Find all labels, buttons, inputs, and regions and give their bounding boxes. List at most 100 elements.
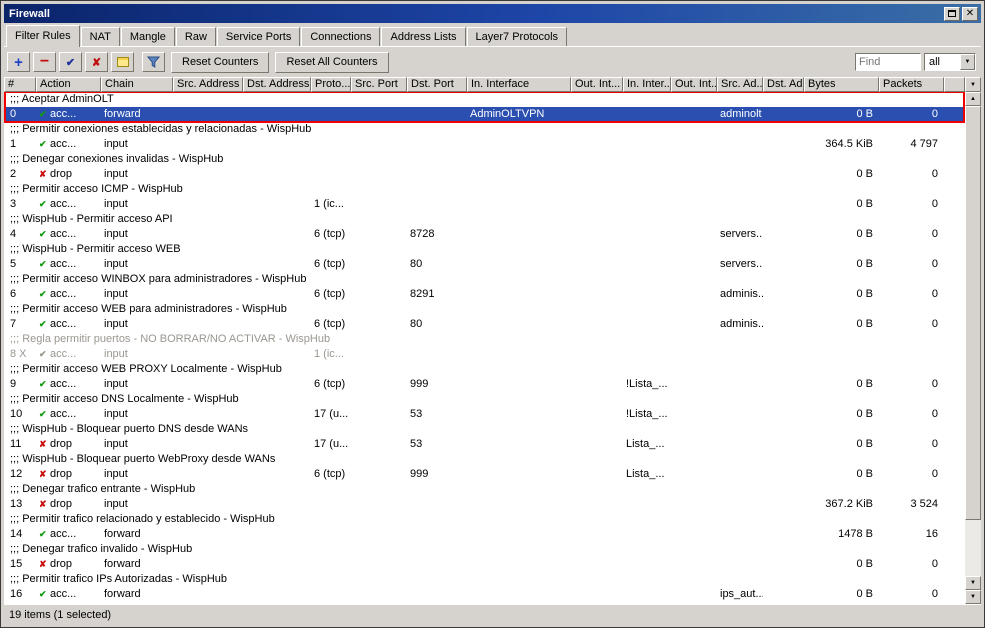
filter-dropdown[interactable]: all ▼ <box>924 53 976 71</box>
rule-row[interactable]: 16✔acc...forwardips_aut...0 B0 <box>4 587 965 602</box>
comment-text: ;;; WispHub - Permitir acceso API <box>4 212 965 227</box>
comment-row[interactable]: ;;; Permitir conexiones establecidas y r… <box>4 122 965 137</box>
column-header[interactable]: Src. Port <box>351 77 407 92</box>
cell-out_interface <box>571 467 623 482</box>
tab-connections[interactable]: Connections <box>301 27 380 46</box>
comment-row[interactable]: ;;; Permitir trafico relacionado y estab… <box>4 512 965 527</box>
comment-row[interactable]: ;;; Aceptar AdminOLT <box>4 92 965 107</box>
tab-raw[interactable]: Raw <box>176 27 216 46</box>
comment-row[interactable]: ;;; Denegar trafico invalido - WispHub <box>4 542 965 557</box>
filter-button[interactable] <box>142 52 165 72</box>
rule-row[interactable]: 9✔acc...input6 (tcp)999!Lista_...0 B0 <box>4 377 965 392</box>
comment-row[interactable]: ;;; Permitir acceso WINBOX para administ… <box>4 272 965 287</box>
column-header[interactable]: Bytes <box>804 77 879 92</box>
tab-mangle[interactable]: Mangle <box>121 27 175 46</box>
rule-row[interactable]: 14✔acc...forward1478 B16 <box>4 527 965 542</box>
cell-dst_port <box>407 137 467 152</box>
comment-text: ;;; Denegar trafico invalido - WispHub <box>4 542 965 557</box>
comment-row[interactable]: ;;; Permitir trafico IPs Autorizadas - W… <box>4 572 965 587</box>
rule-row[interactable]: 10✔acc...input17 (u...53!Lista_...0 B0 <box>4 407 965 422</box>
reset-counters-button[interactable]: Reset Counters <box>171 52 269 73</box>
column-header[interactable]: Dst. Port <box>407 77 467 92</box>
comment-button[interactable] <box>111 52 134 72</box>
column-header[interactable]: Chain <box>101 77 173 92</box>
comment-row[interactable]: ;;; Denegar conexiones invalidas - WispH… <box>4 152 965 167</box>
comment-row[interactable]: ;;; Denegar trafico entrante - WispHub <box>4 482 965 497</box>
cell-dst_list <box>763 557 804 572</box>
comment-row[interactable]: ;;; WispHub - Bloquear puerto DNS desde … <box>4 422 965 437</box>
rule-row[interactable]: 8 X✔acc...input1 (ic... <box>4 347 965 362</box>
cell-protocol: 6 (tcp) <box>311 467 351 482</box>
rule-row[interactable]: 13✘dropinput367.2 KiB3 524 <box>4 497 965 512</box>
comment-row[interactable]: ;;; Permitir acceso WEB PROXY Localmente… <box>4 362 965 377</box>
column-header[interactable]: Action <box>36 77 101 92</box>
tab-address-lists[interactable]: Address Lists <box>381 27 465 46</box>
cell-in_list <box>623 497 671 512</box>
rule-row[interactable]: 4✔acc...input6 (tcp)8728servers...0 B0 <box>4 227 965 242</box>
comment-row[interactable]: ;;; Regla permitir puertos - NO BORRAR/N… <box>4 332 965 347</box>
close-button[interactable]: ✕ <box>962 7 978 21</box>
rule-row[interactable]: 12✘dropinput6 (tcp)999Lista_...0 B0 <box>4 467 965 482</box>
rule-row[interactable]: 7✔acc...input6 (tcp)80adminis...0 B0 <box>4 317 965 332</box>
scrollbar-track[interactable] <box>965 106 981 576</box>
add-button[interactable]: + <box>7 52 30 72</box>
column-header[interactable]: Dst. Address <box>243 77 311 92</box>
tab-service-ports[interactable]: Service Ports <box>217 27 300 46</box>
column-header[interactable]: Packets <box>879 77 944 92</box>
column-header[interactable]: Out. Int... <box>671 77 717 92</box>
reset-all-counters-button[interactable]: Reset All Counters <box>275 52 388 73</box>
cell-dst_address <box>243 407 311 422</box>
comment-row[interactable]: ;;; Permitir acceso WEB para administrad… <box>4 302 965 317</box>
rule-row[interactable]: 6✔acc...input6 (tcp)8291adminis...0 B0 <box>4 287 965 302</box>
cell-src_list: servers... <box>717 257 763 272</box>
column-header[interactable]: In. Inter... <box>623 77 671 92</box>
cell-out_list <box>671 167 717 182</box>
cell-protocol: 1 (ic... <box>311 347 351 362</box>
maximize-icon <box>948 10 956 17</box>
scrollbar-thumb[interactable] <box>965 106 981 520</box>
rule-row[interactable]: 3✔acc...input1 (ic...0 B0 <box>4 197 965 212</box>
cell-in_list <box>623 107 671 122</box>
column-header[interactable]: Src. Ad... <box>717 77 763 92</box>
disable-button[interactable]: ✘ <box>85 52 108 72</box>
column-header[interactable]: # <box>4 77 36 92</box>
comment-row[interactable]: ;;; WispHub - Permitir acceso API <box>4 212 965 227</box>
maximize-button[interactable] <box>944 7 960 21</box>
rule-row[interactable]: 2✘dropinput0 B0 <box>4 167 965 182</box>
comment-row[interactable]: ;;; WispHub - Bloquear puerto WebProxy d… <box>4 452 965 467</box>
comment-row[interactable]: ;;; Permitir acceso DNS Localmente - Wis… <box>4 392 965 407</box>
cell-dst_address <box>243 167 311 182</box>
column-menu-button[interactable]: ▼ <box>965 77 981 92</box>
rule-row[interactable]: 11✘dropinput17 (u...53Lista_...0 B0 <box>4 437 965 452</box>
comment-row[interactable]: ;;; Permitir acceso ICMP - WispHub <box>4 182 965 197</box>
rule-row[interactable]: 0✔acc...forwardAdminOLTVPNadminolt0 B0 <box>4 107 965 122</box>
column-header[interactable]: Out. Int... <box>571 77 623 92</box>
tab-nat[interactable]: NAT <box>81 27 120 46</box>
column-header[interactable]: Proto... <box>311 77 351 92</box>
scroll-to-end-button[interactable]: ▼ <box>965 590 981 604</box>
column-header[interactable]: In. Interface <box>467 77 571 92</box>
cell-action: ✔acc... <box>36 347 101 362</box>
scroll-down-button[interactable]: ▼ <box>965 576 981 590</box>
cell-src_list <box>717 467 763 482</box>
cell-dst_port: 8728 <box>407 227 467 242</box>
cell-packets: 0 <box>879 197 944 212</box>
accept-check-icon: ✔ <box>39 347 50 362</box>
cell-dst_port <box>407 347 467 362</box>
cell-out_list <box>671 137 717 152</box>
rule-row[interactable]: 5✔acc...input6 (tcp)80servers...0 B0 <box>4 257 965 272</box>
column-header[interactable]: Dst. Ad... <box>763 77 804 92</box>
cell-dst_list <box>763 407 804 422</box>
rule-row[interactable]: 1✔acc...input364.5 KiB4 797 <box>4 137 965 152</box>
tab-filter-rules[interactable]: Filter Rules <box>6 25 80 47</box>
tab-layer7-protocols[interactable]: Layer7 Protocols <box>467 27 568 46</box>
remove-button[interactable]: − <box>33 52 56 72</box>
cell-protocol <box>311 557 351 572</box>
cell-src_address <box>173 497 243 512</box>
scroll-up-button[interactable]: ▲ <box>965 92 981 106</box>
column-header[interactable]: Src. Address <box>173 77 243 92</box>
comment-row[interactable]: ;;; WispHub - Permitir acceso WEB <box>4 242 965 257</box>
enable-button[interactable]: ✔ <box>59 52 82 72</box>
find-input[interactable] <box>855 53 921 71</box>
rule-row[interactable]: 15✘dropforward0 B0 <box>4 557 965 572</box>
